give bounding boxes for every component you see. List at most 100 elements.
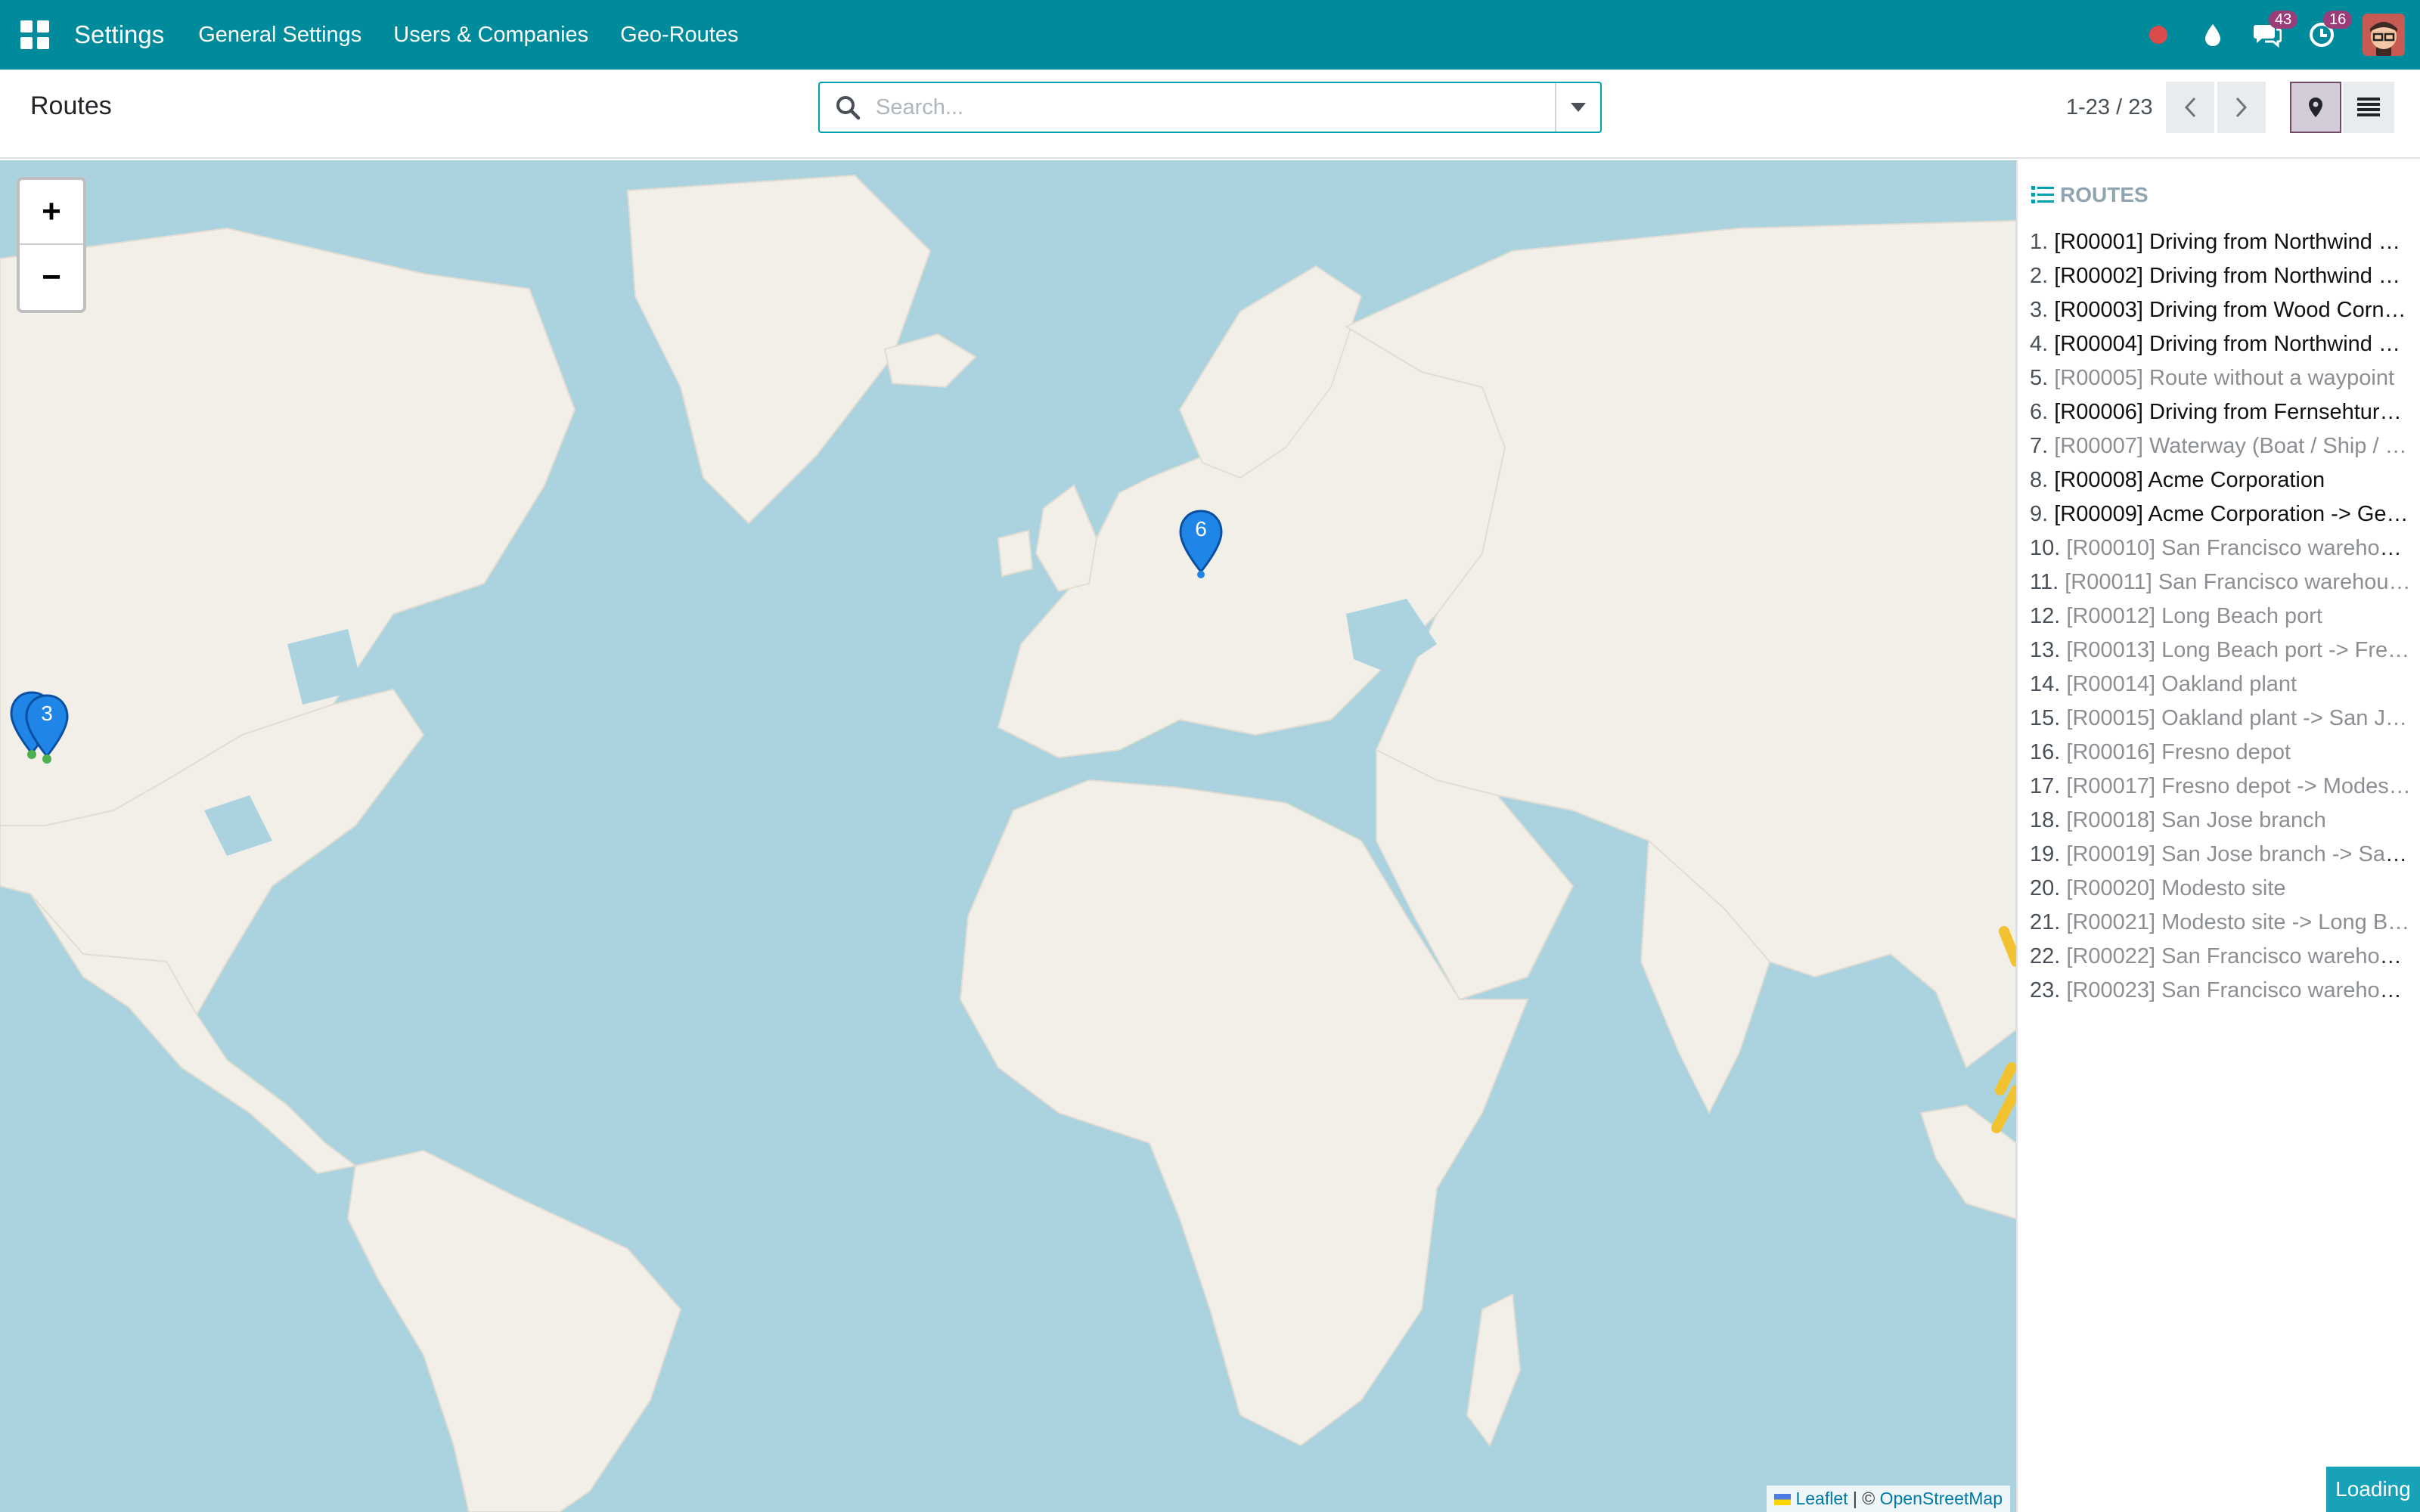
route-list-item[interactable]: 16. [R00016] Fresno depot (2030, 736, 2412, 770)
route-list-item[interactable]: 15. [R00015] Oakland plant -> San J… (2030, 702, 2412, 736)
route-name[interactable]: [R00004] Driving from Northwind … (2054, 332, 2400, 356)
route-list-item[interactable]: 7. [R00007] Waterway (Boat / Ship / … (2030, 429, 2412, 463)
route-name[interactable]: [R00022] San Francisco warehou… (2066, 944, 2412, 968)
route-list: 1. [R00001] Driving from Northwind … 2. [… (2030, 225, 2412, 1008)
map-view-button[interactable] (2290, 82, 2341, 133)
zoom-out-button[interactable]: − (20, 245, 83, 310)
route-list-item[interactable]: 13. [R00013] Long Beach port -> Fre… (2030, 634, 2412, 668)
pager-value[interactable]: 1-23 / 23 (2066, 95, 2152, 120)
route-name[interactable]: [R00014] Oakland plant (2066, 672, 2297, 696)
route-number: 9. (2030, 502, 2049, 526)
route-number: 11. (2030, 570, 2059, 594)
route-name[interactable]: [R00015] Oakland plant -> San J… (2066, 706, 2407, 730)
attribution-separator: | (1852, 1489, 1857, 1508)
route-name[interactable]: [R00008] Acme Corporation (2054, 468, 2325, 492)
list-icon (2031, 186, 2054, 203)
route-list-item[interactable]: 12. [R00012] Long Beach port (2030, 600, 2412, 634)
control-panel: Routes 1-23 / 23 (0, 70, 2420, 159)
route-number: 17. (2030, 774, 2061, 798)
route-name[interactable]: [R00011] San Francisco warehou… (2065, 570, 2410, 594)
apps-menu-icon[interactable] (20, 20, 50, 50)
route-list-item[interactable]: 19. [R00019] San Jose branch -> San… (2030, 838, 2412, 872)
route-list-item[interactable]: 5. [R00005] Route without a waypoint (2030, 361, 2412, 395)
route-number: 10. (2030, 536, 2061, 560)
route-list-item[interactable]: 20. [R00020] Modesto site (2030, 872, 2412, 906)
search-icon (836, 96, 861, 120)
route-name[interactable]: [R00005] Route without a waypoint (2054, 366, 2394, 390)
route-list-item[interactable]: 11. [R00011] San Francisco warehou… (2030, 565, 2412, 600)
loading-indicator: Loading (2326, 1467, 2420, 1512)
caret-down-icon (1571, 103, 1586, 112)
pager-previous-button[interactable] (2166, 82, 2214, 133)
route-list-item[interactable]: 21. [R00021] Modesto site -> Long B… (2030, 906, 2412, 940)
route-list-item[interactable]: 22. [R00022] San Francisco warehou… (2030, 940, 2412, 974)
route-list-item[interactable]: 8. [R00008] Acme Corporation (2030, 463, 2412, 497)
route-list-item[interactable]: 23. [R00023] San Francisco warehou… (2030, 974, 2412, 1008)
route-number: 6. (2030, 400, 2049, 424)
sidebar-header: ROUTES (2031, 183, 2149, 207)
route-name[interactable]: [R00012] Long Beach port (2066, 604, 2322, 628)
route-number: 16. (2030, 740, 2061, 764)
list-view-button[interactable] (2343, 82, 2394, 133)
route-name[interactable]: [R00002] Driving from Northwind … (2054, 264, 2400, 288)
route-name[interactable]: [R00020] Modesto site (2066, 876, 2285, 900)
route-number: 12. (2030, 604, 2061, 628)
map-canvas[interactable]: 6 3 + − Leaflet | © OpenStreetMap (0, 160, 2016, 1512)
menu-general-settings[interactable]: General Settings (198, 23, 361, 48)
map-marker[interactable]: 3 (24, 694, 70, 764)
activities-clock-icon[interactable]: 16 (2305, 11, 2353, 51)
route-name[interactable]: [R00010] San Francisco warehou… (2066, 536, 2412, 560)
pager-next-button[interactable] (2217, 82, 2266, 133)
route-name[interactable]: [R00017] Fresno depot -> Modes… (2066, 774, 2410, 798)
route-name[interactable]: [R00001] Driving from Northwind … (2054, 230, 2400, 254)
route-list-item[interactable]: 2. [R00002] Driving from Northwind … (2030, 259, 2412, 293)
route-number: 2. (2030, 264, 2049, 288)
route-list-item[interactable]: 6. [R00006] Driving from Fernsehtur… (2030, 395, 2412, 429)
route-name[interactable]: [R00021] Modesto site -> Long B… (2066, 910, 2409, 934)
marker-count: 3 (41, 702, 53, 725)
route-name[interactable]: [R00009] Acme Corporation -> Ge… (2054, 502, 2408, 526)
map-attribution: Leaflet | © OpenStreetMap (1767, 1486, 2010, 1512)
route-list-item[interactable]: 18. [R00018] San Jose branch (2030, 804, 2412, 838)
search-bar[interactable] (818, 82, 1602, 133)
route-list-item[interactable]: 4. [R00004] Driving from Northwind … (2030, 327, 2412, 361)
route-number: 21. (2030, 910, 2061, 934)
leaflet-link[interactable]: Leaflet (1795, 1489, 1848, 1508)
map-marker[interactable]: 6 (1178, 510, 1224, 579)
routes-sidebar: ROUTES 1. [R00001] Driving from Northwin… (2016, 160, 2420, 1512)
top-navbar: Settings General Settings Users & Compan… (0, 0, 2420, 70)
search-input[interactable] (876, 94, 1555, 120)
route-number: 4. (2030, 332, 2049, 356)
page-title: Routes (30, 91, 112, 120)
route-name[interactable]: [R00006] Driving from Fernsehtur… (2054, 400, 2401, 424)
route-name[interactable]: [R00019] San Jose branch -> San… (2066, 842, 2412, 866)
search-options-toggle[interactable] (1555, 83, 1600, 132)
route-list-item[interactable]: 9. [R00009] Acme Corporation -> Ge… (2030, 497, 2412, 531)
route-name[interactable]: [R00018] San Jose branch (2066, 808, 2325, 832)
route-list-item[interactable]: 14. [R00014] Oakland plant (2030, 668, 2412, 702)
zoom-in-button[interactable]: + (20, 180, 83, 245)
route-name[interactable]: [R00013] Long Beach port -> Fre… (2066, 638, 2409, 662)
route-name[interactable]: [R00016] Fresno depot (2066, 740, 2291, 764)
route-number: 1. (2030, 230, 2049, 254)
route-list-item[interactable]: 17. [R00017] Fresno depot -> Modes… (2030, 770, 2412, 804)
sidebar-title: ROUTES (2060, 183, 2149, 206)
route-list-item[interactable]: 3. [R00003] Driving from Wood Corn… (2030, 293, 2412, 327)
openstreetmap-link[interactable]: OpenStreetMap (1880, 1489, 2003, 1508)
route-list-item[interactable]: 1. [R00001] Driving from Northwind … (2030, 225, 2412, 259)
route-list-item[interactable]: 10. [R00010] San Francisco warehou… (2030, 531, 2412, 565)
route-number: 19. (2030, 842, 2061, 866)
route-number: 8. (2030, 468, 2049, 492)
app-brand[interactable]: Settings (74, 20, 164, 49)
route-name[interactable]: [R00003] Driving from Wood Corn… (2054, 298, 2406, 322)
menu-geo-routes[interactable]: Geo-Routes (620, 23, 738, 48)
route-name[interactable]: [R00007] Waterway (Boat / Ship / … (2054, 434, 2406, 458)
route-number: 3. (2030, 298, 2049, 322)
route-name[interactable]: [R00023] San Francisco warehou… (2066, 978, 2412, 1002)
user-avatar[interactable] (2363, 14, 2405, 56)
route-number: 22. (2030, 944, 2061, 968)
menu-users-companies[interactable]: Users & Companies (393, 23, 588, 48)
drop-icon[interactable] (2196, 18, 2229, 51)
record-icon[interactable] (2142, 18, 2175, 51)
messages-icon[interactable]: 43 (2251, 11, 2298, 51)
